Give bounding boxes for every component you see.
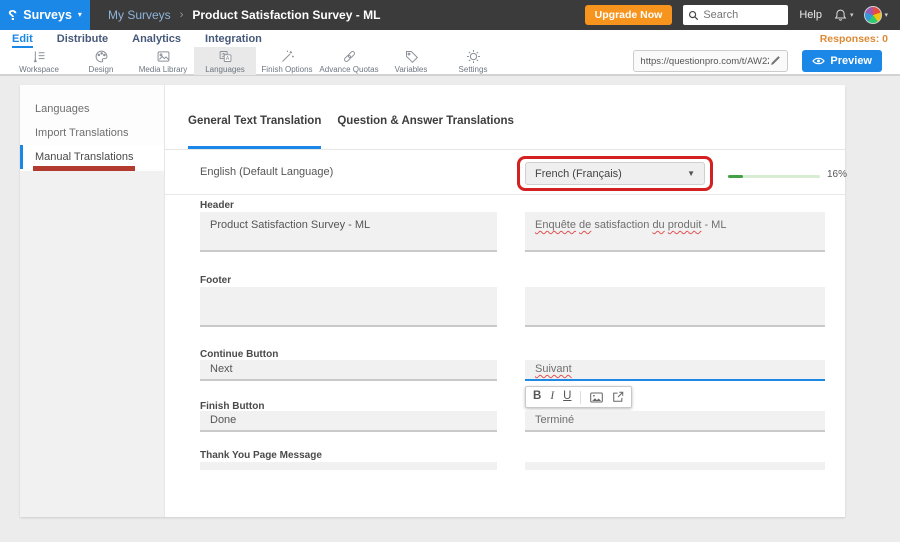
nav-distribute[interactable]: Distribute — [57, 33, 108, 48]
tab-question-answer-translations[interactable]: Question & Answer Translations — [337, 115, 514, 149]
annotation-red-box — [517, 156, 713, 191]
field-label-thank-you: Thank You Page Message — [200, 450, 497, 461]
field-label-continue-button: Continue Button — [200, 349, 497, 360]
languages-icon: A — [218, 49, 233, 64]
chevron-down-icon: ▾ — [850, 11, 854, 19]
bold-button[interactable]: B — [533, 391, 541, 403]
chevron-down-icon: ▾ — [884, 11, 888, 19]
advance-quotas-icon — [342, 49, 357, 64]
toolbar-variables[interactable]: Variables — [380, 47, 442, 75]
thank-you-source-textarea[interactable] — [200, 462, 497, 470]
toolbar-media-library[interactable]: Media Library — [132, 47, 194, 75]
page-background: Languages Import Translations Manual Tra… — [0, 76, 900, 542]
toolbar-advance-quotas[interactable]: Advance Quotas — [318, 47, 380, 75]
annotation-red-underline — [33, 166, 135, 171]
preview-label: Preview — [830, 55, 872, 67]
continue-source-input[interactable]: Next — [200, 360, 497, 381]
nav-integration[interactable]: Integration — [205, 33, 262, 48]
progress-percent-label: 16% — [827, 169, 847, 180]
sidebar-menu: Languages Import Translations Manual Tra… — [20, 85, 164, 171]
media-library-icon — [156, 49, 171, 64]
nav-edit[interactable]: Edit — [12, 33, 33, 48]
svg-text:A: A — [225, 55, 229, 61]
top-bar: ? Surveys ▾ My Surveys › Product Satisfa… — [0, 0, 900, 30]
continue-target-input[interactable]: Suivant — [525, 360, 825, 381]
chevron-down-icon: ▾ — [78, 11, 82, 19]
footer-target-textarea[interactable] — [525, 287, 825, 327]
questionpro-logo-icon: ? — [8, 7, 17, 24]
fields-scroll-area: Header Product Satisfaction Survey - ML … — [165, 195, 831, 470]
toolbar-design[interactable]: Design — [70, 47, 132, 75]
translation-progress-bar — [728, 175, 820, 178]
footer-source-textarea[interactable] — [200, 287, 497, 327]
search-icon — [688, 10, 699, 21]
survey-url-field[interactable]: https://questionpro.com/t/AW22Zd1S1 — [633, 50, 788, 72]
responses-count[interactable]: Responses: 0 — [820, 33, 888, 48]
insert-link-button[interactable] — [612, 391, 624, 403]
eye-icon — [812, 56, 825, 66]
language-selector-row: English (Default Language) French (Franç… — [165, 150, 845, 195]
bell-icon — [833, 8, 848, 23]
format-toolbar: B I U — [525, 386, 632, 408]
design-icon — [94, 49, 109, 64]
sidebar-item-languages[interactable]: Languages — [20, 97, 164, 121]
notifications-menu[interactable]: ▾ — [833, 8, 854, 23]
global-search[interactable] — [683, 5, 788, 25]
toolbar-languages[interactable]: A Languages — [194, 47, 256, 75]
breadcrumb: My Surveys › Product Satisfaction Survey… — [108, 8, 380, 22]
finish-options-icon — [280, 49, 295, 64]
breadcrumb-my-surveys[interactable]: My Surveys — [108, 8, 171, 22]
toolbar-settings[interactable]: Settings — [442, 47, 504, 75]
edit-url-pencil-icon[interactable] — [769, 55, 781, 67]
avatar — [864, 6, 882, 24]
header-source-textarea[interactable]: Product Satisfaction Survey - ML — [200, 212, 497, 252]
translation-tabs: General Text Translation Question & Answ… — [165, 85, 845, 150]
toolbar-workspace[interactable]: Workspace — [8, 47, 70, 75]
underline-button[interactable]: U — [563, 391, 571, 403]
progress-fill — [728, 175, 743, 178]
finish-source-input[interactable]: Done — [200, 411, 497, 432]
italic-button[interactable]: I — [550, 391, 554, 403]
breadcrumb-survey-title: Product Satisfaction Survey - ML — [192, 8, 380, 22]
preview-button[interactable]: Preview — [802, 50, 882, 72]
workspace-icon — [32, 49, 47, 64]
survey-url: https://questionpro.com/t/AW22Zd1S1 — [640, 56, 769, 67]
thank-you-target-textarea[interactable] — [525, 462, 825, 470]
section-nav: Edit Distribute Analytics Integration Re… — [0, 30, 900, 48]
finish-target-input[interactable]: Terminé — [525, 411, 825, 432]
breadcrumb-separator: › — [180, 9, 184, 21]
upgrade-now-button[interactable]: Upgrade Now — [585, 5, 673, 25]
toolbar-divider — [580, 391, 581, 404]
nav-analytics[interactable]: Analytics — [132, 33, 181, 48]
source-language-label: English (Default Language) — [200, 166, 333, 178]
translations-sidebar: Languages Import Translations Manual Tra… — [20, 85, 165, 517]
settings-icon — [466, 49, 481, 64]
field-label-header: Header — [200, 200, 497, 211]
account-menu[interactable]: ▾ — [864, 6, 888, 24]
tab-general-text-translation[interactable]: General Text Translation — [188, 115, 321, 149]
insert-image-button[interactable] — [590, 392, 603, 403]
product-switcher[interactable]: ? Surveys ▾ — [0, 0, 90, 30]
toolbar-finish-options[interactable]: Finish Options — [256, 47, 318, 75]
field-label-footer: Footer — [200, 275, 497, 286]
variables-icon — [404, 49, 419, 64]
help-link[interactable]: Help — [799, 9, 822, 21]
header-target-textarea[interactable]: Enquête de satisfaction du produit - ML — [525, 212, 825, 252]
translations-panel: Languages Import Translations Manual Tra… — [20, 85, 845, 517]
manual-translations-content: General Text Translation Question & Answ… — [165, 85, 845, 517]
product-name: Surveys — [23, 8, 72, 22]
sidebar-item-import-translations[interactable]: Import Translations — [20, 121, 164, 145]
edit-toolbar: Workspace Design Media Library A Languag… — [0, 48, 900, 76]
search-input[interactable] — [703, 9, 778, 21]
